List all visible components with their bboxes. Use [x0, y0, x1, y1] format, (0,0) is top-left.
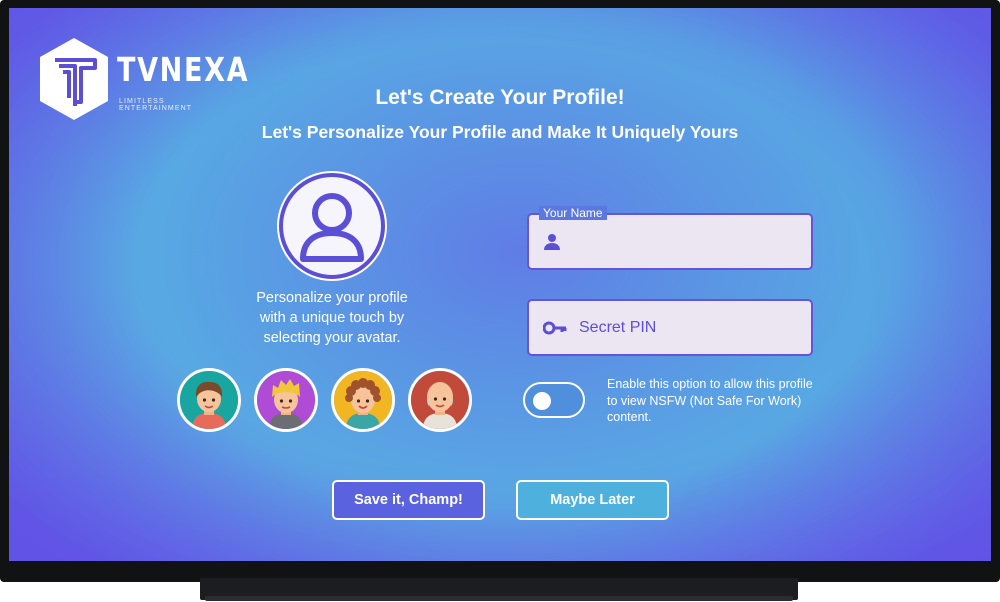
avatar-caption: Personalize your profile with a unique t…	[231, 288, 433, 348]
avatar-boy-icon	[180, 371, 238, 429]
avatar-choices	[177, 368, 477, 434]
save-button[interactable]: Save it, Champ!	[332, 480, 485, 520]
brand-logo: TVNEXA LIMITLESS ENTERTAINMENT	[37, 36, 248, 126]
avatar-bald-icon	[411, 371, 469, 429]
name-input[interactable]	[579, 226, 799, 258]
avatar-caption-line: with a unique touch by	[259, 310, 405, 326]
page-subtitle: Let's Personalize Your Profile and Make …	[261, 122, 739, 142]
maybe-later-button[interactable]: Maybe Later	[516, 480, 669, 520]
tv-stand-shadow	[205, 596, 793, 601]
tv-screen: TVNEXA LIMITLESS ENTERTAINMENT Let's Cre…	[9, 8, 991, 561]
name-field: Your Name	[527, 206, 813, 270]
nsfw-description: Enable this option to allow this profile…	[607, 377, 813, 424]
avatar-choice-2[interactable]	[254, 368, 318, 432]
avatar-curly-icon	[334, 371, 392, 429]
nsfw-toggle[interactable]	[523, 382, 585, 418]
avatar-caption-line: Personalize your profile	[256, 290, 408, 306]
avatar-choice-3[interactable]	[331, 368, 395, 432]
person-icon	[544, 234, 560, 250]
pin-field	[527, 299, 813, 356]
avatar-choice-1[interactable]	[177, 368, 241, 432]
pin-input[interactable]	[579, 312, 799, 344]
avatar-choice-4[interactable]	[408, 368, 472, 432]
selected-avatar-placeholder[interactable]	[279, 173, 385, 279]
avatar-blonde-icon	[257, 371, 315, 429]
brand-name: TVNEXA	[117, 50, 250, 89]
user-avatar-icon	[300, 193, 364, 262]
page-title: Let's Create Your Profile!	[375, 86, 625, 109]
avatar-caption-line: selecting your avatar.	[263, 330, 401, 346]
key-icon	[543, 321, 567, 335]
name-field-label: Your Name	[539, 206, 607, 220]
toggle-knob	[533, 392, 551, 410]
